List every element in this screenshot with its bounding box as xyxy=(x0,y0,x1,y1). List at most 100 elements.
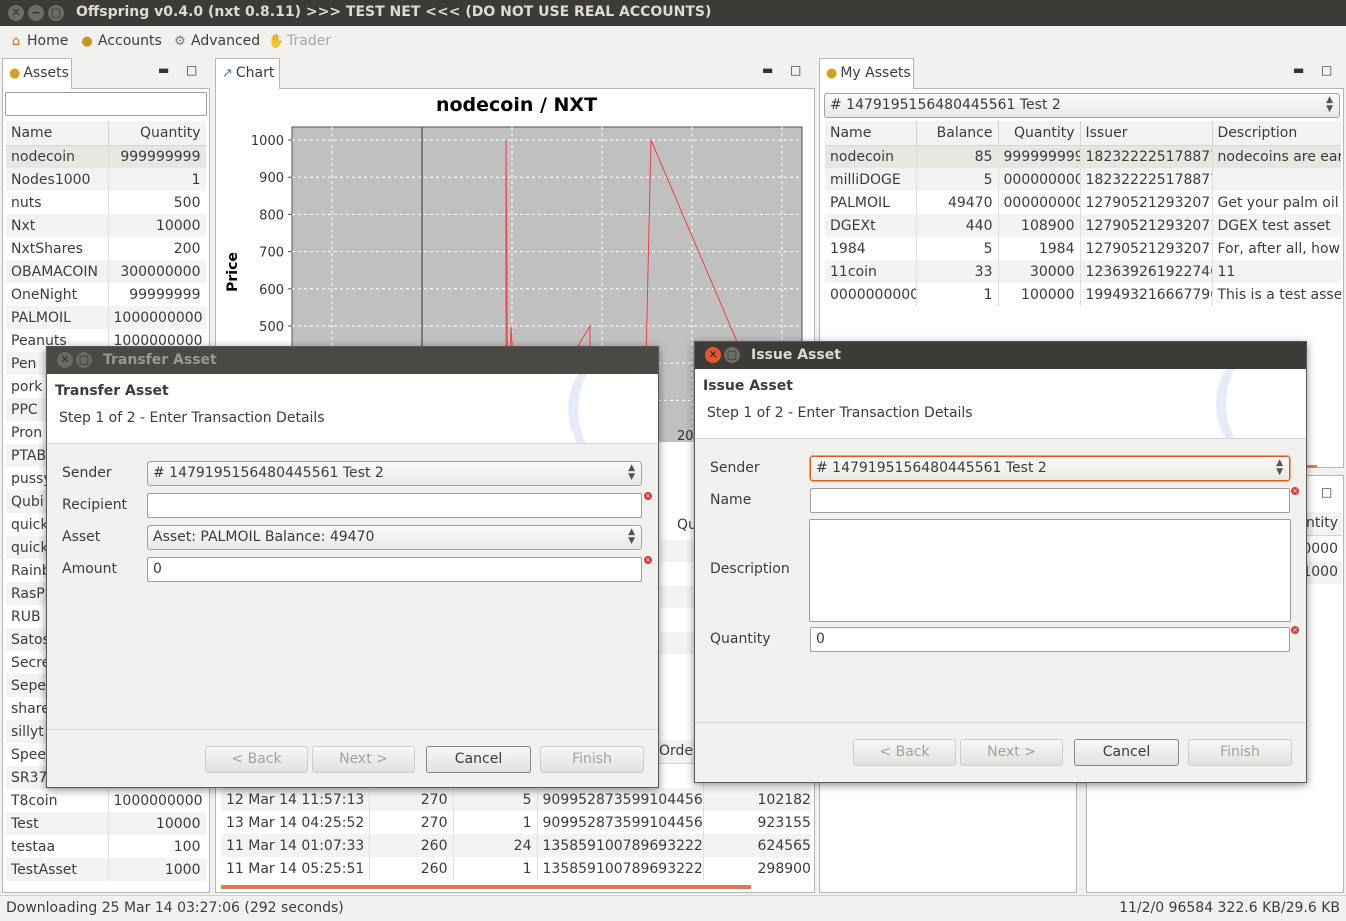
asset-label: Asset xyxy=(62,529,101,545)
table-row[interactable]: 13 Mar 14 04:25:52 270 1 909952873599104456… xyxy=(221,811,811,834)
error-icon: × xyxy=(644,556,652,564)
description-label: Description xyxy=(710,561,790,577)
table-row[interactable]: TestAsset 1000 xyxy=(6,858,206,881)
column-header-name[interactable]: Name xyxy=(825,121,917,146)
table-cell: 9099528735991044567 xyxy=(537,788,704,811)
tab-my-assets-label: My Assets xyxy=(840,65,911,81)
maximize-panel-icon[interactable]: □ xyxy=(1321,485,1332,499)
assets-search-input[interactable] xyxy=(5,92,207,116)
cancel-button[interactable]: Cancel xyxy=(1074,739,1179,766)
back-button[interactable]: < Back xyxy=(853,739,956,766)
minimize-panel-icon[interactable]: ▬ xyxy=(762,63,773,77)
table-row[interactable]: Nodes1000 1 xyxy=(6,168,206,191)
chart-x-tick: 20 xyxy=(677,429,694,444)
issue-dialog-title: Issue Asset xyxy=(751,347,841,363)
asset-select[interactable]: Asset: PALMOIL Balance: 49470 ▲ ▼ xyxy=(147,525,642,550)
column-header-order[interactable]: Orde xyxy=(659,743,693,759)
table-cell: 1984 xyxy=(998,237,1081,260)
back-button[interactable]: < Back xyxy=(205,746,308,773)
table-cell: 11 Mar 14 05:25:51 xyxy=(221,857,370,880)
menu-home[interactable]: ⌂ Home xyxy=(8,33,68,49)
table-row[interactable]: 0000000000 1 100000 199493216667796 This is … xyxy=(825,283,1341,306)
column-header-quantity[interactable]: Quantity xyxy=(108,121,206,146)
minimize-panel-icon[interactable]: ▬ xyxy=(158,63,169,77)
menu-advanced[interactable]: ⚙ Advanced xyxy=(172,33,260,49)
next-button[interactable]: Next > xyxy=(960,739,1063,766)
amount-input[interactable]: 0 xyxy=(147,557,642,582)
table-cell: 12 Mar 14 11:57:13 xyxy=(221,788,370,811)
maximize-icon[interactable]: □ xyxy=(76,352,92,368)
table-cell: 1 xyxy=(108,168,206,191)
coins-icon: ● xyxy=(9,66,21,81)
table-row[interactable]: PALMOIL 1000000000 xyxy=(6,306,206,329)
table-row[interactable]: 12 Mar 14 11:57:13 270 5 909952873599104456… xyxy=(221,788,811,811)
minimize-panel-icon[interactable]: ▬ xyxy=(1293,63,1304,77)
status-bar: Downloading 25 Mar 14 03:27:06 (292 seco… xyxy=(0,895,1346,921)
maximize-icon[interactable]: □ xyxy=(48,5,64,21)
table-row[interactable]: OBAMACOIN 300000000 xyxy=(6,260,206,283)
table-row[interactable]: 1984 5 1984 127905212932071 For, after all, … xyxy=(825,237,1341,260)
table-cell: 300000000 xyxy=(108,260,206,283)
menu-trader[interactable]: ✋ Trader xyxy=(268,33,331,49)
table-row[interactable]: 11coin 33 30000 123639261922746 11 xyxy=(825,260,1341,283)
table-row[interactable]: NxtShares 200 xyxy=(6,237,206,260)
table-row[interactable]: PALMOIL 49470 000000000 127905212932071 Get … xyxy=(825,191,1341,214)
table-row[interactable]: nuts 500 xyxy=(6,191,206,214)
column-header-name[interactable]: Name xyxy=(6,121,109,146)
table-row[interactable]: 11 Mar 14 05:25:51 260 1 135859100789693222… xyxy=(221,857,811,880)
table-row[interactable]: Test 10000 xyxy=(6,812,206,835)
table-row[interactable]: milliDOGE5000000000182322225178877147 xyxy=(825,168,1341,191)
sender-select[interactable]: # 1479195156480445561 Test 2 ▲ ▼ xyxy=(810,456,1290,481)
cancel-button[interactable]: Cancel xyxy=(426,746,531,773)
description-textarea[interactable] xyxy=(809,519,1291,622)
column-header-issuer[interactable]: Issuer xyxy=(1080,121,1213,146)
close-icon[interactable]: ✕ xyxy=(57,352,73,368)
menu-accounts[interactable]: ● Accounts xyxy=(79,33,162,49)
minimize-icon[interactable]: − xyxy=(28,5,44,21)
home-icon: ⌂ xyxy=(11,34,21,49)
my-assets-account-select[interactable]: # 1479195156480445561 Test 2 ▲ ▼ xyxy=(824,93,1340,118)
table-cell: 0000000000 xyxy=(825,283,917,306)
column-header-quantity[interactable]: Quantity xyxy=(998,121,1081,146)
name-input[interactable] xyxy=(810,488,1290,513)
next-button[interactable]: Next > xyxy=(312,746,415,773)
table-row[interactable]: nodecoin 999999999 xyxy=(6,145,206,168)
table-row[interactable]: 11 Mar 14 01:07:33 260 24 13585910078969322… xyxy=(221,834,811,857)
tab-assets-label: Assets xyxy=(23,65,69,81)
table-row[interactable]: testaa 100 xyxy=(6,835,206,858)
tab-chart[interactable]: ↗ Chart xyxy=(215,58,280,89)
maximize-panel-icon[interactable]: □ xyxy=(1321,63,1332,77)
maximize-panel-icon[interactable]: □ xyxy=(186,63,197,77)
sender-label: Sender xyxy=(62,465,112,481)
close-icon[interactable]: ✕ xyxy=(8,5,24,21)
finish-button[interactable]: Finish xyxy=(1188,739,1292,766)
maximize-panel-icon[interactable]: □ xyxy=(790,63,801,77)
tab-my-assets[interactable]: ● My Assets xyxy=(819,58,914,89)
table-cell: 1 xyxy=(453,857,538,880)
column-header-description[interactable]: Description xyxy=(1212,121,1341,146)
table-row[interactable]: nodecoin85999999999182322225178877147nod… xyxy=(825,145,1341,168)
asset-select-value: Asset: PALMOIL Balance: 49470 xyxy=(153,529,375,545)
table-row[interactable]: OneNight 99999999 xyxy=(6,283,206,306)
recipient-input[interactable] xyxy=(147,493,642,518)
maximize-icon[interactable]: □ xyxy=(724,347,740,363)
column-header-balance[interactable]: Balance xyxy=(916,121,999,146)
finish-button[interactable]: Finish xyxy=(540,746,644,773)
issue-dialog-header: Issue Asset Step 1 of 2 - Enter Transact… xyxy=(695,369,1306,439)
table-row[interactable]: DGEXt 440 108900 127905212932071 DGEX test a… xyxy=(825,214,1341,237)
table-cell: 5 xyxy=(916,237,999,260)
table-cell: 5 xyxy=(453,788,538,811)
tab-chart-label: Chart xyxy=(235,65,275,81)
table-cell: 11coin xyxy=(825,260,917,283)
close-icon[interactable]: ✕ xyxy=(705,347,721,363)
quantity-input[interactable]: 0 xyxy=(810,627,1290,652)
table-row[interactable]: T8coin 1000000000 xyxy=(6,789,206,812)
table-cell: 000000000 xyxy=(998,168,1081,191)
table-cell: DGEX test asset xyxy=(1212,214,1341,237)
sender-select[interactable]: # 1479195156480445561 Test 2 ▲ ▼ xyxy=(147,461,642,486)
trades-scrollbar[interactable] xyxy=(221,885,751,889)
table-row[interactable]: Nxt 10000 xyxy=(6,214,206,237)
table-cell: 1 xyxy=(453,811,538,834)
tab-assets[interactable]: ● Assets xyxy=(2,58,72,89)
table-cell: 500 xyxy=(108,191,206,214)
